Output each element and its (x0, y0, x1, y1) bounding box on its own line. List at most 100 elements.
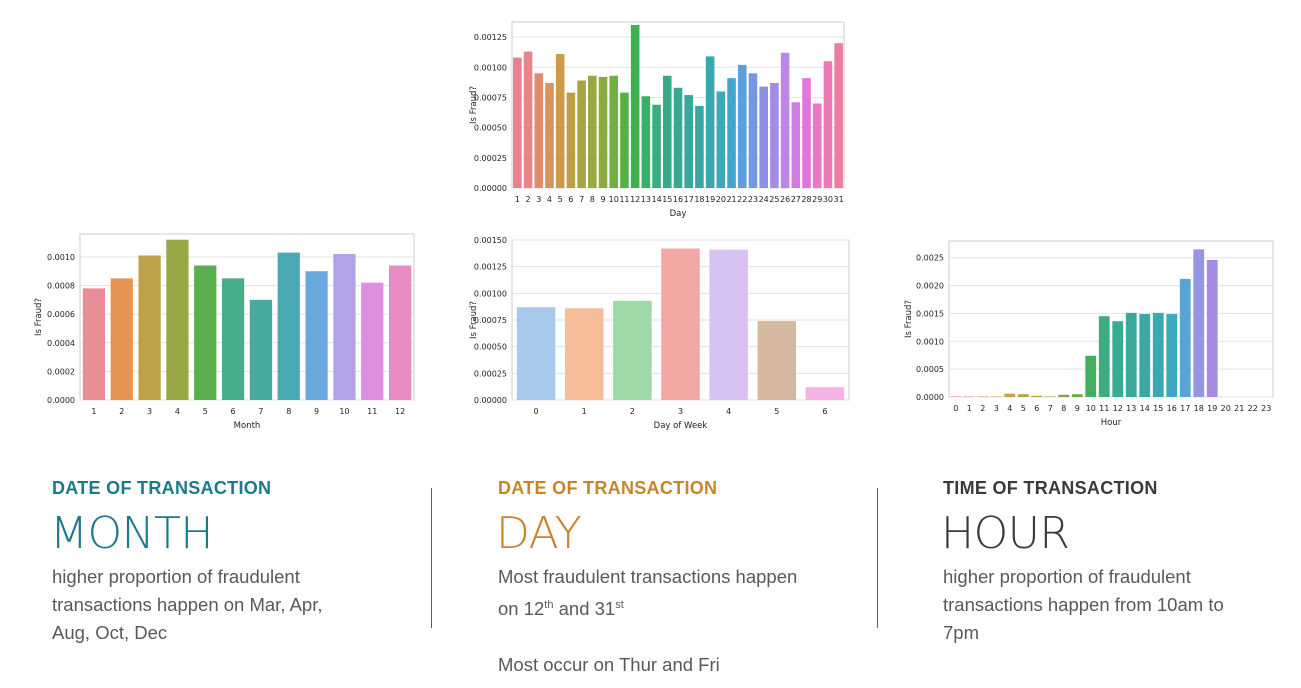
bar (620, 92, 629, 188)
x-tick-label: 13 (1126, 404, 1136, 413)
x-tick-label: 14 (651, 195, 661, 204)
x-tick-label: 16 (1167, 404, 1177, 413)
x-tick-label: 4 (175, 407, 180, 416)
x-tick-label: 5 (1021, 404, 1026, 413)
hour-description: higher proportion of fraudulent transact… (943, 566, 1224, 643)
x-tick-label: 20 (716, 195, 726, 204)
x-tick-label: 5 (203, 407, 208, 416)
x-tick-label: 1 (515, 195, 520, 204)
bar (1125, 312, 1137, 397)
bar (990, 396, 1002, 397)
x-tick-label: 4 (726, 407, 731, 416)
x-tick-label: 18 (694, 195, 704, 204)
bar (977, 396, 989, 397)
plot-frame (948, 240, 1274, 398)
x-tick-label: 7 (1048, 404, 1053, 413)
bar (695, 105, 704, 188)
x-tick-label: 23 (1261, 404, 1271, 413)
y-tick-label: 0.00025 (474, 369, 507, 378)
x-tick-label: 9 (314, 407, 319, 416)
x-tick-label: 2 (526, 195, 531, 204)
x-tick-label: 11 (367, 407, 377, 416)
x-axis-label: Hour (1101, 418, 1122, 428)
x-tick-label: 8 (590, 195, 595, 204)
x-tick-label: 2 (119, 407, 124, 416)
day-of-month-chart: 0.00000 0.00025 0.00050 0.00075 0.00100 0.001… (460, 18, 860, 228)
x-tick-label: 6 (822, 407, 827, 416)
bar (221, 278, 245, 400)
day-kicker: DATE OF TRANSACTION (498, 478, 718, 498)
x-tick-label: 24 (759, 195, 769, 204)
y-tick-label: 0.0006 (47, 310, 75, 319)
x-tick-label: 18 (1194, 404, 1204, 413)
month-kicker: DATE OF TRANSACTION (52, 478, 272, 498)
x-axis-label: Day of Week (654, 421, 708, 431)
bar (716, 91, 726, 188)
x-tick-label: 9 (600, 195, 605, 204)
bar (1139, 313, 1151, 397)
x-tick-label: 21 (1234, 404, 1244, 413)
x-tick-label: 3 (536, 195, 541, 204)
bar (834, 43, 843, 188)
y-tick-label: 0.00100 (474, 289, 507, 298)
x-tick-label: 17 (1180, 404, 1190, 413)
y-tick-label: 0.0010 (916, 337, 944, 346)
bar (709, 249, 748, 400)
y-tick-label: 0.0005 (916, 365, 944, 374)
x-tick-label: 9 (1075, 404, 1080, 413)
x-tick-label: 30 (823, 195, 833, 204)
bar (1206, 259, 1218, 397)
x-tick-label: 4 (1007, 404, 1012, 413)
day-section: DATE OF TRANSACTION DAY Most fraudulent … (496, 478, 828, 679)
y-axis-label: Is Fraud? (34, 298, 44, 336)
bar (361, 282, 384, 400)
bar (1004, 393, 1016, 397)
x-tick-label: 5 (558, 195, 563, 204)
x-tick-label: 1 (582, 407, 587, 416)
x-tick-label: 25 (769, 195, 779, 204)
y-tick-label: 0.00050 (474, 343, 507, 352)
bar (1179, 278, 1191, 397)
day-of-week-chart: 0.00000 0.00025 0.00050 0.00075 0.00100 0.001… (460, 230, 860, 440)
bar (555, 53, 565, 189)
hour-title: HOUR (941, 508, 1070, 559)
bar (1044, 396, 1056, 397)
x-axis-label: Day (670, 209, 687, 219)
bar (598, 76, 608, 188)
x-tick-label: 20 (1221, 404, 1231, 413)
bar (1152, 312, 1164, 397)
x-tick-label: 10 (1086, 404, 1096, 413)
x-tick-label: 17 (684, 195, 694, 204)
bar (1166, 313, 1178, 397)
y-tick-label: 0.0004 (47, 339, 75, 348)
y-tick-label: 0.00100 (474, 63, 507, 72)
hour-chart: 0.0000 0.0005 0.0010 0.0015 0.0020 0.0025 0 1 2 3… (895, 235, 1295, 435)
bar (577, 80, 586, 188)
month-title: MONTH (50, 508, 213, 559)
bar (1017, 394, 1029, 397)
bar (950, 396, 962, 397)
bar (737, 64, 747, 188)
bar (757, 321, 797, 400)
y-tick-label: 0.0010 (47, 253, 75, 262)
x-tick-label: 19 (1207, 404, 1217, 413)
bar (166, 239, 189, 400)
x-tick-label: 23 (748, 195, 758, 204)
bar (534, 73, 544, 188)
bar (1071, 394, 1083, 397)
bar (663, 75, 672, 188)
bar (791, 102, 801, 188)
bar (748, 73, 758, 188)
month-section: DATE OF TRANSACTION MONTH higher proport… (50, 478, 382, 647)
x-tick-label: 5 (774, 407, 779, 416)
x-tick-label: 4 (547, 195, 552, 204)
day-desc-and31: and 31 (553, 598, 616, 620)
x-tick-label: 8 (286, 407, 291, 416)
x-tick-label: 28 (801, 195, 811, 204)
bar (823, 61, 833, 189)
y-axis-label: Is Fraud? (469, 86, 479, 124)
y-tick-label: 0.00125 (474, 33, 507, 42)
x-tick-label: 10 (609, 195, 619, 204)
x-tick-label: 11 (1099, 404, 1109, 413)
x-tick-label: 12 (395, 407, 405, 416)
